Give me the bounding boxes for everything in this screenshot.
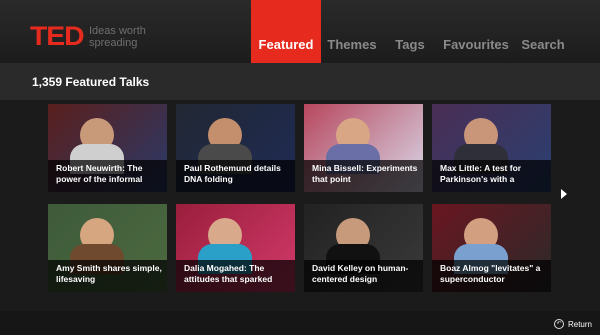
talk-caption: Robert Neuwirth: The power of the inform… bbox=[48, 160, 167, 192]
talk-title: Amy Smith shares simple, lifesaving bbox=[56, 263, 162, 284]
talk-caption: Dalia Mogahed: The attitudes that sparke… bbox=[176, 260, 295, 292]
footer: ↶ Return bbox=[0, 311, 600, 335]
logo-tagline: Ideas worth spreading bbox=[89, 25, 146, 49]
talk-caption: Mina Bissell: Experiments that point bbox=[304, 160, 423, 192]
talk-title: David Kelley on human-centered design bbox=[312, 263, 409, 284]
next-arrow-icon[interactable] bbox=[561, 189, 567, 199]
tab-themes[interactable]: Themes bbox=[324, 0, 380, 63]
tab-favourites[interactable]: Favourites bbox=[440, 0, 512, 63]
talk-card[interactable]: Amy Smith shares simple, lifesaving bbox=[48, 204, 167, 292]
talk-caption: Paul Rothemund details DNA folding bbox=[176, 160, 295, 192]
talk-card[interactable]: Robert Neuwirth: The power of the inform… bbox=[48, 104, 167, 192]
talk-title: Robert Neuwirth: The power of the inform… bbox=[56, 163, 143, 184]
return-label: Return bbox=[567, 319, 592, 329]
talk-card[interactable]: David Kelley on human-centered design bbox=[304, 204, 423, 292]
talk-title: Mina Bissell: Experiments that point bbox=[312, 163, 418, 184]
talk-card[interactable]: Mina Bissell: Experiments that point bbox=[304, 104, 423, 192]
section-bar: 1,359 Featured Talks bbox=[0, 63, 600, 100]
talk-caption: Boaz Almog "levitates" a superconductor bbox=[432, 260, 551, 292]
talk-title: Dalia Mogahed: The attitudes that sparke… bbox=[184, 263, 273, 284]
logo-text: TED bbox=[30, 21, 85, 51]
talk-card[interactable]: Max Little: A test for Parkinson's with … bbox=[432, 104, 551, 192]
talk-caption: Max Little: A test for Parkinson's with … bbox=[432, 160, 551, 192]
talk-card[interactable]: Dalia Mogahed: The attitudes that sparke… bbox=[176, 204, 295, 292]
tab-featured[interactable]: Featured bbox=[251, 0, 321, 63]
tab-tags[interactable]: Tags bbox=[390, 0, 430, 63]
talk-title: Max Little: A test for Parkinson's with … bbox=[440, 163, 522, 184]
tab-search[interactable]: Search bbox=[518, 0, 568, 63]
talk-caption: David Kelley on human-centered design bbox=[304, 260, 423, 292]
talk-card[interactable]: Paul Rothemund details DNA folding bbox=[176, 104, 295, 192]
talk-card[interactable]: Boaz Almog "levitates" a superconductor bbox=[432, 204, 551, 292]
header: TED Ideas worth spreading Featured Theme… bbox=[0, 0, 600, 63]
talk-title: Paul Rothemund details DNA folding bbox=[184, 163, 281, 184]
talk-title: Boaz Almog "levitates" a superconductor bbox=[440, 263, 541, 284]
talk-caption: Amy Smith shares simple, lifesaving bbox=[48, 260, 167, 292]
ted-logo: TED Ideas worth spreading bbox=[30, 21, 169, 51]
talk-count: 1,359 Featured Talks bbox=[32, 75, 150, 89]
return-button[interactable]: ↶ Return bbox=[553, 319, 592, 329]
back-icon: ↶ bbox=[553, 319, 564, 329]
